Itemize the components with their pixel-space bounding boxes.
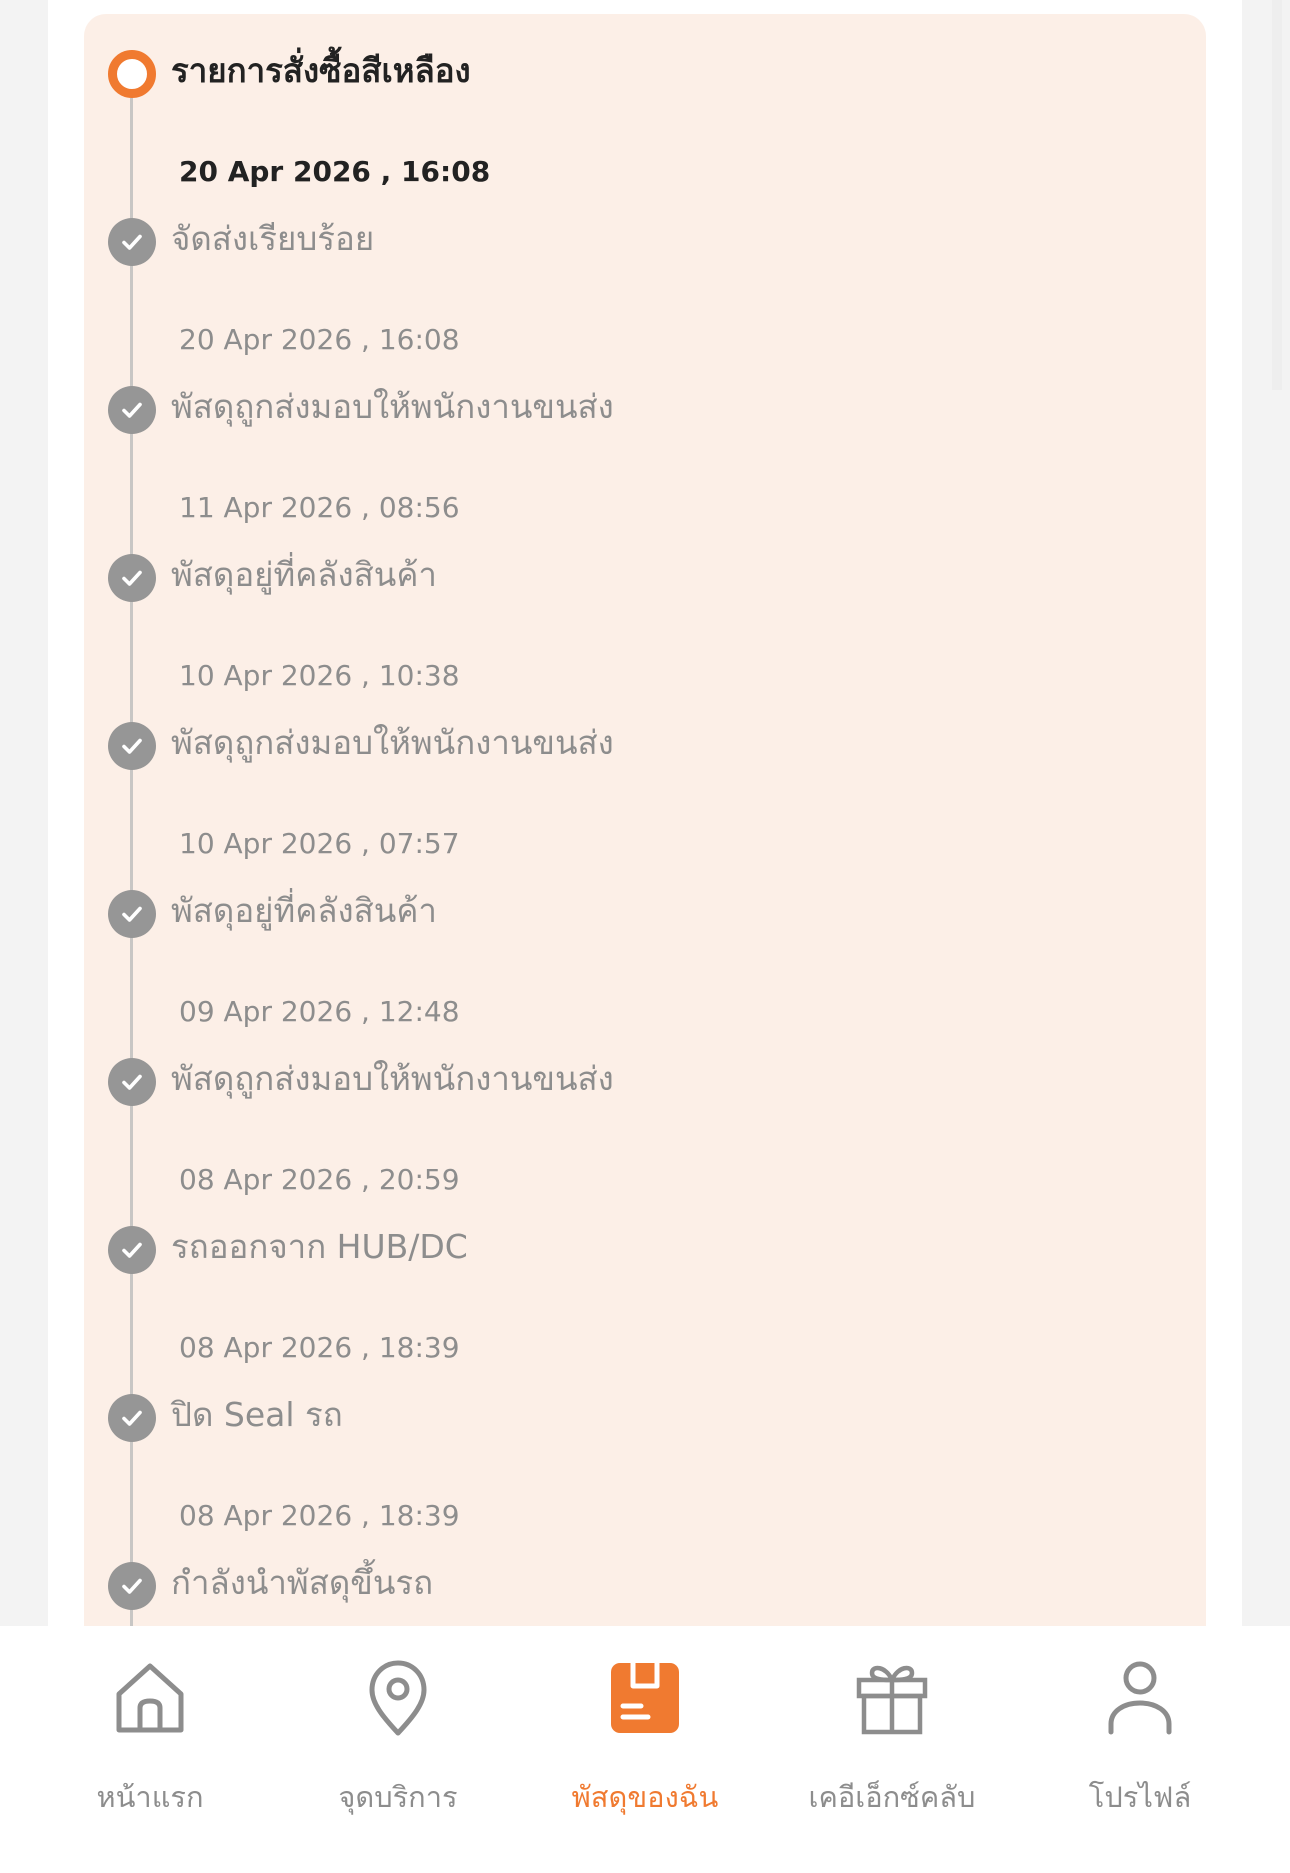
event-title: พัสดุอยู่ที่คลังสินค้า (171, 555, 437, 594)
event-time: 20 Apr 2026 , 16:08 (179, 155, 491, 188)
event-time: 09 Apr 2026 , 12:48 (179, 995, 460, 1028)
check-icon (108, 554, 156, 602)
event-title: จัดส่งเรียบร้อย (171, 219, 375, 258)
event-title: รายการสั่งซื้อสีเหลือง (171, 51, 471, 90)
nav-kex-club[interactable]: เคอีเอ็กซ์คลับ (769, 1658, 1015, 1828)
location-pin-icon (369, 1660, 427, 1736)
bottom-navigation-bar: หน้าแรก จุดบริการ พัสดุของฉัน เคอีเอ็กซ์… (0, 1626, 1290, 1873)
event-title: ปิด Seal รถ (171, 1395, 343, 1434)
event-time: 20 Apr 2026 , 16:08 (179, 323, 460, 356)
event-time: 10 Apr 2026 , 07:57 (179, 827, 460, 860)
event-title: พัสดุอยู่ที่คลังสินค้า (171, 891, 437, 930)
nav-my-parcels[interactable]: พัสดุของฉัน (522, 1658, 768, 1828)
check-icon (108, 218, 156, 266)
event-time: 11 Apr 2026 , 08:56 (179, 491, 460, 524)
gift-icon (856, 1665, 928, 1735)
home-icon (116, 1663, 184, 1733)
event-time: 10 Apr 2026 , 10:38 (179, 659, 460, 692)
nav-label: เคอีเอ็กซ์คลับ (808, 1780, 976, 1814)
nav-service-points[interactable]: จุดบริการ (275, 1658, 521, 1828)
nav-label: พัสดุของฉัน (571, 1780, 719, 1814)
nav-label: หน้าแรก (96, 1780, 204, 1814)
nav-label: จุดบริการ (338, 1780, 458, 1814)
event-title: รถออกจาก HUB/DC (171, 1227, 468, 1266)
nav-home[interactable]: หน้าแรก (27, 1658, 273, 1828)
nav-profile[interactable]: โปรไฟล์ (1017, 1658, 1263, 1828)
event-time: 08 Apr 2026 , 20:59 (179, 1163, 460, 1196)
check-icon (108, 1562, 156, 1610)
check-icon (108, 386, 156, 434)
check-icon (108, 722, 156, 770)
parcel-icon (611, 1663, 679, 1733)
profile-icon (1108, 1661, 1172, 1735)
nav-label: โปรไฟล์ (1088, 1780, 1192, 1814)
event-title: พัสดุถูกส่งมอบให้พนักงานขนส่ง (171, 1059, 614, 1098)
event-title: กำลังนำพัสดุขึ้นรถ (171, 1563, 434, 1602)
check-icon (108, 1058, 156, 1106)
event-title: พัสดุถูกส่งมอบให้พนักงานขนส่ง (171, 723, 614, 762)
event-time: 08 Apr 2026 , 18:39 (179, 1331, 460, 1364)
scroll-edge (1272, 0, 1282, 390)
check-icon (108, 1226, 156, 1274)
event-time: 08 Apr 2026 , 18:39 (179, 1499, 460, 1532)
check-icon (108, 890, 156, 938)
event-title: พัสดุถูกส่งมอบให้พนักงานขนส่ง (171, 387, 614, 426)
current-status-icon (108, 50, 156, 98)
check-icon (108, 1394, 156, 1442)
